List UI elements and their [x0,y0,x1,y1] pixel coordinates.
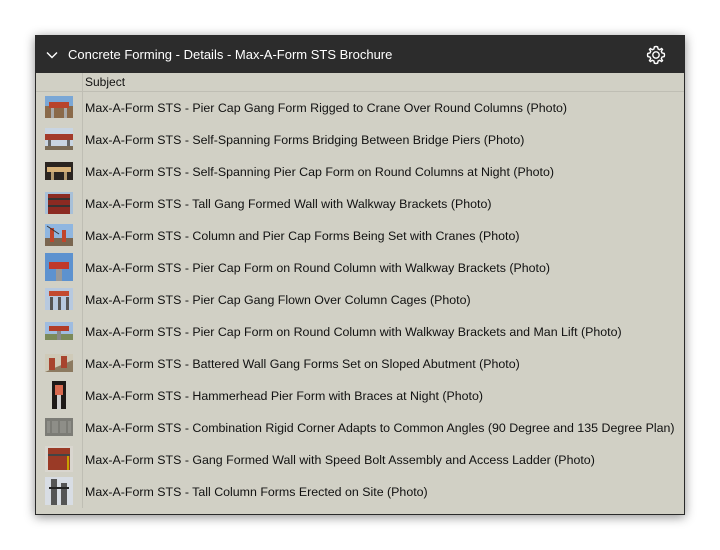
thumbnail-cell [36,252,83,284]
thumbnail-cell [36,124,83,156]
thumbnail-cell [36,316,83,348]
thumbnail-cell [36,220,83,252]
photo-thumbnail-icon [45,476,73,508]
list-item-subject: Max-A-Form STS - Self-Spanning Forms Bri… [85,133,525,147]
list-item-subject: Max-A-Form STS - Pier Cap Gang Flown Ove… [85,293,471,307]
list-item[interactable]: Max-A-Form STS - Pier Cap Gang Flown Ove… [36,284,684,316]
list-item-subject: Max-A-Form STS - Hammerhead Pier Form wi… [85,389,483,403]
list-item-subject: Max-A-Form STS - Column and Pier Cap For… [85,229,520,243]
thumbnail-cell [36,444,83,476]
list-item-subject: Max-A-Form STS - Battered Wall Gang Form… [85,357,520,371]
list-item[interactable]: Max-A-Form STS - Pier Cap Gang Form Rigg… [36,92,684,124]
photo-thumbnail-icon [45,95,73,121]
thumbnail-cell [36,156,83,188]
thumbnail-cell [36,476,83,508]
list-item-subject: Max-A-Form STS - Gang Formed Wall with S… [85,453,595,467]
list-item[interactable]: Max-A-Form STS - Combination Rigid Corne… [36,412,684,444]
thumbnail-column-header [36,73,83,91]
list-item-subject: Max-A-Form STS - Pier Cap Gang Form Rigg… [85,101,568,115]
column-header-row: Subject [36,73,684,92]
list-item[interactable]: Max-A-Form STS - Self-Spanning Pier Cap … [36,156,684,188]
list-item-subject: Max-A-Form STS - Combination Rigid Corne… [85,421,675,435]
photo-thumbnail-icon [45,287,73,313]
list-item-subject: Max-A-Form STS - Tall Column Forms Erect… [85,485,428,499]
panel-header: Concrete Forming - Details - Max-A-Form … [36,36,684,73]
photo-thumbnail-icon [45,191,73,217]
photo-thumbnail-icon [45,353,73,375]
thumbnail-cell [36,348,83,380]
chevron-down-icon[interactable] [36,51,68,59]
list-item-subject: Max-A-Form STS - Pier Cap Form on Round … [85,325,622,339]
list-item[interactable]: Max-A-Form STS - Pier Cap Form on Round … [36,252,684,284]
photo-thumbnail-icon [52,380,66,412]
thumbnail-cell [36,380,83,412]
gear-icon[interactable] [636,45,676,65]
documents-panel: Concrete Forming - Details - Max-A-Form … [35,35,685,515]
panel-title: Concrete Forming - Details - Max-A-Form … [68,47,393,62]
thumbnail-cell [36,412,83,444]
list-item[interactable]: Max-A-Form STS - Battered Wall Gang Form… [36,348,684,380]
list-item[interactable]: Max-A-Form STS - Gang Formed Wall with S… [36,444,684,476]
list-item[interactable]: Max-A-Form STS - Tall Gang Formed Wall w… [36,188,684,220]
photo-thumbnail-icon [45,445,73,475]
list-item-subject: Max-A-Form STS - Pier Cap Form on Round … [85,261,551,275]
thumbnail-cell [36,284,83,316]
photo-thumbnail-icon [45,127,73,153]
list-item[interactable]: Max-A-Form STS - Self-Spanning Forms Bri… [36,124,684,156]
photo-thumbnail-icon [45,321,73,343]
list-item[interactable]: Max-A-Form STS - Tall Column Forms Erect… [36,476,684,508]
thumbnail-cell [36,92,83,124]
document-list: Max-A-Form STS - Pier Cap Gang Form Rigg… [36,92,684,508]
thumbnail-cell [36,188,83,220]
photo-thumbnail-icon [45,417,73,439]
photo-thumbnail-icon [45,252,73,284]
list-item[interactable]: Max-A-Form STS - Pier Cap Form on Round … [36,316,684,348]
list-item[interactable]: Max-A-Form STS - Hammerhead Pier Form wi… [36,380,684,412]
photo-thumbnail-icon [45,161,73,183]
photo-thumbnail-icon [45,223,73,249]
subject-column-header[interactable]: Subject [83,75,125,89]
list-item-subject: Max-A-Form STS - Tall Gang Formed Wall w… [85,197,492,211]
list-item[interactable]: Max-A-Form STS - Column and Pier Cap For… [36,220,684,252]
list-item-subject: Max-A-Form STS - Self-Spanning Pier Cap … [85,165,554,179]
